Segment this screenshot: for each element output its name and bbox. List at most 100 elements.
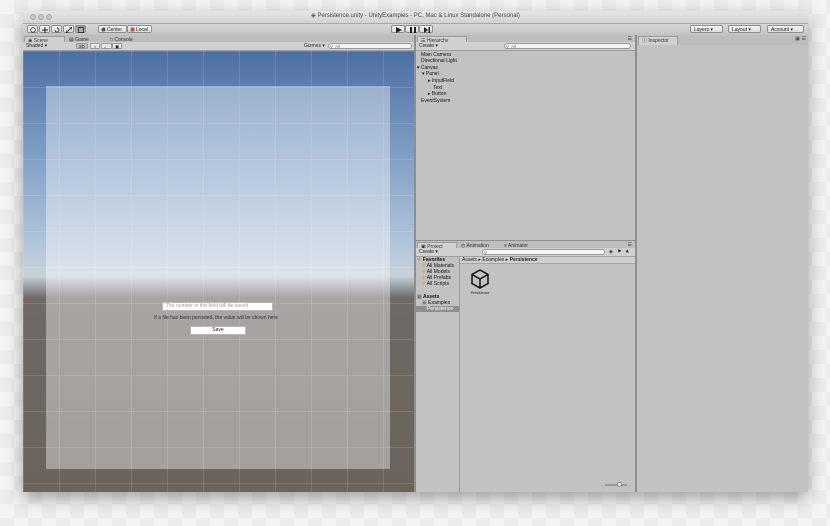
hierarchy-create-dropdown[interactable]: Create [419,42,438,50]
favorite-item-label: All Scripts [426,281,450,287]
rect-tool-button[interactable] [75,25,86,33]
breadcrumb: Assets ▸ Examples ▸ Persistence [460,257,635,264]
tab-inspector-label: Inspector [648,38,669,44]
hierarchy-create-label: Create [419,43,435,49]
save-button[interactable]: Save [190,326,246,335]
sun-icon: ☼ [93,44,98,49]
hierarchy-search-placeholder: All [511,44,517,49]
shading-mode-label: Shaded [26,43,44,49]
scale-icon [66,27,72,33]
hierarchy-item[interactable]: ▸ Button [428,91,446,97]
panel-menu-icon[interactable]: ☰ [802,36,806,42]
account-dropdown[interactable]: Account [767,25,804,33]
hierarchy-item[interactable]: Directional Light [421,58,457,64]
tab-inspector[interactable]: ⓘ Inspector [638,36,678,45]
local-space-icon [130,27,135,32]
play-button[interactable] [391,25,405,33]
project-folder-tree: ★ Favorites ⚲ All Materials ⚲ All Models… [416,257,460,492]
rect-tool-icon [78,27,84,33]
info-icon: ⓘ [642,38,648,44]
filter-type-icon[interactable]: ◈ [609,248,613,256]
project-toolbar: Create ⚲ ◈ ⚑ ★ [416,248,635,257]
hierarchy-item-label: EventSystem [421,98,451,104]
scene-search-placeholder: All [335,44,341,49]
window-title-text: Persistence.unity - UnityExamples - PC, … [317,13,520,19]
pivot-center-toggle[interactable]: Center [98,25,127,33]
space-local-toggle[interactable]: Local [127,25,152,33]
step-button[interactable] [419,25,433,33]
lock-icon[interactable]: ▣ [795,36,800,42]
layers-dropdown[interactable]: Layers [690,25,723,33]
speaker-icon: ♩ [104,44,109,49]
save-button-label: Save [212,327,224,333]
layout-label: Layout [732,27,748,33]
scene-viewport[interactable]: The number in this field will be saved I… [23,51,414,492]
hierarchy-item[interactable]: ▸ InputField [428,78,454,84]
hierarchy-tree: Main Camera Directional Light ▾ Canvas ▾… [416,51,635,242]
breadcrumb-item[interactable]: Examples [482,257,504,263]
hierarchy-search-input[interactable]: ⚲ All [504,43,631,49]
lighting-toggle[interactable]: ☼ [90,43,101,49]
hierarchy-item[interactable]: ▾ Panel [422,71,439,77]
collapse-arrow-icon[interactable]: ▸ [428,78,431,84]
2d-mode-toggle[interactable]: 2D [76,43,88,49]
effects-toggle[interactable]: ▣ [112,43,123,49]
project-assets-view: Assets ▸ Examples ▸ Persistence Persiste… [460,257,635,492]
scale-tool-button[interactable] [63,25,74,33]
window-title: ◈ Persistence.unity - UnityExamples - PC… [23,12,808,19]
space-label: Local [136,27,148,33]
hierarchy-item[interactable]: EventSystem [421,98,450,104]
hierarchy-item-label: Button [431,91,447,97]
gizmos-label: Gizmos [304,43,321,49]
pivot-icon [101,27,106,32]
project-create-dropdown[interactable]: Create [419,248,438,256]
breadcrumb-item[interactable]: Persistence [510,257,538,263]
filter-label-icon[interactable]: ⚑ [617,248,621,256]
number-input-field[interactable]: The number in this field will be saved [162,302,273,311]
canvas-panel [46,86,390,469]
inspector-body [637,45,808,492]
image-icon: ▣ [115,44,120,49]
collapse-arrow-icon[interactable]: ▸ [428,91,431,97]
scene-asset[interactable]: Persistence [467,269,493,299]
2d-mode-label: 2D [79,44,85,49]
search-icon: ⚲ [484,250,488,255]
account-label: Account [771,27,790,33]
persistence-folder-label: Persistence [427,306,454,312]
pause-button[interactable] [405,25,419,33]
search-icon: ⚲ [506,44,510,49]
persisted-value-text: If a file has been persisted, the value … [154,315,278,321]
zoom-slider-handle[interactable] [617,482,622,487]
search-icon: ⚲ [330,44,334,49]
rotate-tool-button[interactable] [51,25,62,33]
hand-icon [30,27,36,33]
zoom-slider[interactable] [605,482,627,487]
number-input-placeholder: The number in this field will be saved [166,303,248,309]
favorite-star-icon[interactable]: ★ [625,248,629,256]
hierarchy-item-label: Panel [425,71,439,77]
expand-arrow-icon[interactable]: ▾ [417,65,420,71]
scene-asset-label: Persistence [470,291,490,295]
gizmos-dropdown[interactable]: Gizmos [304,42,325,50]
search-icon: ⚲ [422,281,426,287]
play-icon [396,27,402,33]
shading-mode-dropdown[interactable]: Shaded [26,42,47,50]
layout-dropdown[interactable]: Layout [728,25,761,33]
audio-toggle[interactable]: ♩ [101,43,112,49]
project-search-input[interactable]: ⚲ [482,249,605,255]
rotate-icon [54,27,60,33]
title-bar: ◈ Persistence.unity - UnityExamples - PC… [23,11,808,24]
unity-logo-icon [471,269,489,289]
step-icon [424,27,430,33]
breadcrumb-item[interactable]: Assets [462,257,477,263]
unity-editor-window: ◈ Persistence.unity - UnityExamples - PC… [23,11,808,492]
move-icon [42,27,48,33]
persistence-folder[interactable]: Persistence [416,306,459,312]
hierarchy-item-label: Directional Light [421,58,457,64]
scene-search-input[interactable]: ⚲ All [328,43,412,49]
favorite-item[interactable]: ⚲ All Scripts [422,281,449,287]
hand-tool-button[interactable] [27,25,38,33]
hierarchy-item-label: InputField [431,78,454,84]
move-tool-button[interactable] [39,25,50,33]
expand-arrow-icon[interactable]: ▾ [422,71,425,77]
